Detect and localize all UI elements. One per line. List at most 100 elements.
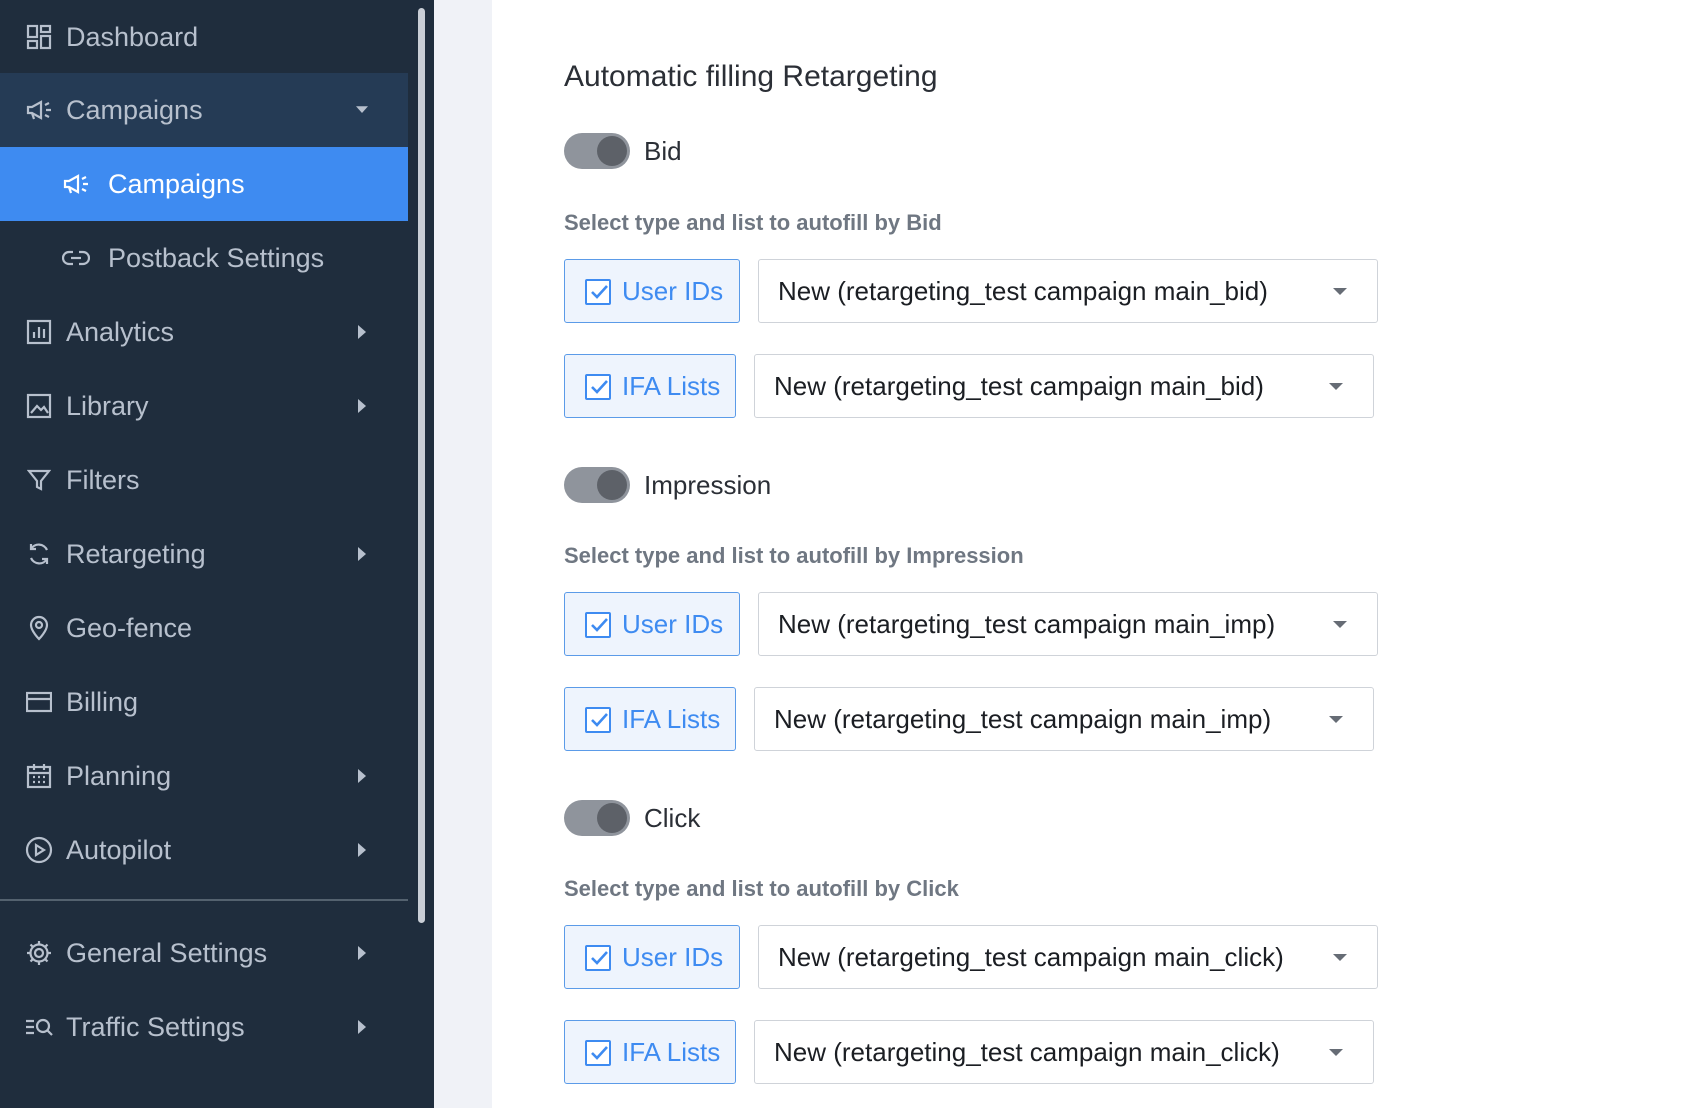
caret-down-icon bbox=[1329, 1049, 1343, 1056]
sidebar-item-autopilot[interactable]: Autopilot bbox=[0, 813, 408, 887]
sidebar-item-label: Geo-fence bbox=[66, 612, 193, 643]
checkbox-label: IFA Lists bbox=[622, 370, 721, 401]
sidebar-item-label: Retargeting bbox=[66, 538, 206, 569]
checkbox-label: User IDs bbox=[622, 608, 724, 639]
megaphone-icon bbox=[62, 170, 90, 198]
bid-toggle[interactable] bbox=[564, 133, 630, 169]
bid-toggle-label: Bid bbox=[644, 135, 682, 166]
toggle-knob bbox=[597, 470, 627, 500]
select-value: New (retargeting_test campaign main_bid) bbox=[778, 275, 1268, 306]
bar-chart-icon bbox=[25, 318, 53, 346]
click-hint: Select type and list to autofill by Clic… bbox=[564, 876, 959, 901]
bid-ifa-lists-select[interactable]: New (retargeting_test campaign main_bid) bbox=[754, 354, 1374, 418]
chevron-down-icon bbox=[356, 103, 368, 117]
click-toggle-row: Click bbox=[564, 798, 700, 838]
chevron-right-icon bbox=[356, 946, 368, 960]
map-pin-icon bbox=[25, 614, 53, 642]
sidebar-item-label: Filters bbox=[66, 464, 140, 495]
caret-down-icon bbox=[1333, 288, 1347, 295]
sidebar-divider bbox=[0, 899, 408, 901]
sidebar-item-dashboard[interactable]: Dashboard bbox=[0, 0, 408, 74]
bid-user-ids-checkbox[interactable]: User IDs bbox=[564, 259, 740, 323]
caret-down-icon bbox=[1333, 954, 1347, 961]
sidebar-item-geo-fence[interactable]: Geo-fence bbox=[0, 591, 408, 665]
impression-ifa-lists-select[interactable]: New (retargeting_test campaign main_imp) bbox=[754, 687, 1374, 751]
chevron-right-icon bbox=[356, 547, 368, 561]
toggle-knob bbox=[597, 136, 627, 166]
sidebar-item-postback-settings[interactable]: Postback Settings bbox=[0, 221, 408, 295]
chevron-right-icon bbox=[356, 399, 368, 413]
click-toggle-label: Click bbox=[644, 802, 701, 833]
select-value: New (retargeting_test campaign main_imp) bbox=[778, 608, 1276, 639]
content-gutter bbox=[434, 0, 492, 1108]
click-ifa-lists-select[interactable]: New (retargeting_test campaign main_clic… bbox=[754, 1020, 1374, 1084]
sidebar-item-traffic-settings[interactable]: Traffic Settings bbox=[0, 990, 408, 1064]
click-user-ids-select[interactable]: New (retargeting_test campaign main_clic… bbox=[758, 925, 1378, 989]
refresh-icon bbox=[25, 540, 53, 568]
checkbox-label: User IDs bbox=[622, 275, 724, 306]
chevron-right-icon bbox=[356, 769, 368, 783]
checkbox-checked-icon bbox=[585, 707, 611, 733]
image-icon bbox=[25, 392, 53, 420]
sidebar-item-analytics[interactable]: Analytics bbox=[0, 295, 408, 369]
sidebar-item-label: Autopilot bbox=[66, 834, 172, 865]
megaphone-icon bbox=[25, 96, 53, 124]
click-ifa-lists-checkbox[interactable]: IFA Lists bbox=[564, 1020, 736, 1084]
credit-card-icon bbox=[25, 688, 53, 716]
sidebar-item-filters[interactable]: Filters bbox=[0, 443, 408, 517]
bid-ifa-lists-checkbox[interactable]: IFA Lists bbox=[564, 354, 736, 418]
sidebar-item-label: Analytics bbox=[66, 316, 175, 347]
sidebar-item-campaigns-group[interactable]: Campaigns bbox=[0, 73, 408, 147]
sidebar-item-label: Postback Settings bbox=[108, 242, 325, 273]
bid-toggle-row: Bid bbox=[564, 131, 682, 171]
sidebar-item-label: Campaigns bbox=[66, 94, 203, 125]
click-toggle[interactable] bbox=[564, 800, 630, 836]
sidebar-item-campaigns[interactable]: Campaigns bbox=[0, 147, 408, 221]
sidebar-scrollbar[interactable] bbox=[418, 8, 425, 923]
sidebar-item-label: Planning bbox=[66, 760, 172, 791]
sidebar-item-planning[interactable]: Planning bbox=[0, 739, 408, 813]
sidebar-item-label: Traffic Settings bbox=[66, 1011, 245, 1042]
caret-down-icon bbox=[1333, 621, 1347, 628]
bid-user-ids-select[interactable]: New (retargeting_test campaign main_bid) bbox=[758, 259, 1378, 323]
caret-down-icon bbox=[1329, 383, 1343, 390]
select-value: New (retargeting_test campaign main_bid) bbox=[774, 370, 1264, 401]
impression-toggle-label: Impression bbox=[644, 469, 772, 500]
checkbox-checked-icon bbox=[585, 612, 611, 638]
play-circle-icon bbox=[25, 836, 53, 864]
chevron-right-icon bbox=[356, 843, 368, 857]
caret-down-icon bbox=[1329, 716, 1343, 723]
sidebar-item-label: Dashboard bbox=[66, 21, 199, 52]
impression-user-ids-checkbox[interactable]: User IDs bbox=[564, 592, 740, 656]
checkbox-label: IFA Lists bbox=[622, 703, 721, 734]
main-content: Automatic filling Retargeting Bid Select… bbox=[492, 0, 1698, 1108]
select-value: New (retargeting_test campaign main_imp) bbox=[774, 703, 1272, 734]
list-search-icon bbox=[25, 1013, 53, 1041]
sidebar-item-retargeting[interactable]: Retargeting bbox=[0, 517, 408, 591]
sidebar-item-general-settings[interactable]: General Settings bbox=[0, 916, 408, 990]
calendar-icon bbox=[25, 762, 53, 790]
impression-ifa-lists-checkbox[interactable]: IFA Lists bbox=[564, 687, 736, 751]
impression-toggle[interactable] bbox=[564, 467, 630, 503]
checkbox-checked-icon bbox=[585, 374, 611, 400]
sidebar-item-label: Campaigns bbox=[108, 168, 245, 199]
gear-icon bbox=[25, 939, 53, 967]
sidebar-item-library[interactable]: Library bbox=[0, 369, 408, 443]
impression-toggle-row: Impression bbox=[564, 465, 771, 505]
checkbox-checked-icon bbox=[585, 1040, 611, 1066]
chevron-right-icon bbox=[356, 1020, 368, 1034]
click-user-ids-checkbox[interactable]: User IDs bbox=[564, 925, 740, 989]
impression-user-ids-select[interactable]: New (retargeting_test campaign main_imp) bbox=[758, 592, 1378, 656]
sidebar-item-label: Billing bbox=[66, 686, 139, 717]
link-icon bbox=[62, 244, 90, 272]
checkbox-label: User IDs bbox=[622, 941, 724, 972]
bid-hint: Select type and list to autofill by Bid bbox=[564, 210, 942, 235]
sidebar-item-billing[interactable]: Billing bbox=[0, 665, 408, 739]
select-value: New (retargeting_test campaign main_clic… bbox=[774, 1036, 1280, 1067]
checkbox-label: IFA Lists bbox=[622, 1036, 721, 1067]
dashboard-icon bbox=[25, 23, 53, 51]
filter-icon bbox=[25, 466, 53, 494]
page-title: Automatic filling Retargeting bbox=[564, 60, 938, 93]
chevron-right-icon bbox=[356, 325, 368, 339]
checkbox-checked-icon bbox=[585, 945, 611, 971]
